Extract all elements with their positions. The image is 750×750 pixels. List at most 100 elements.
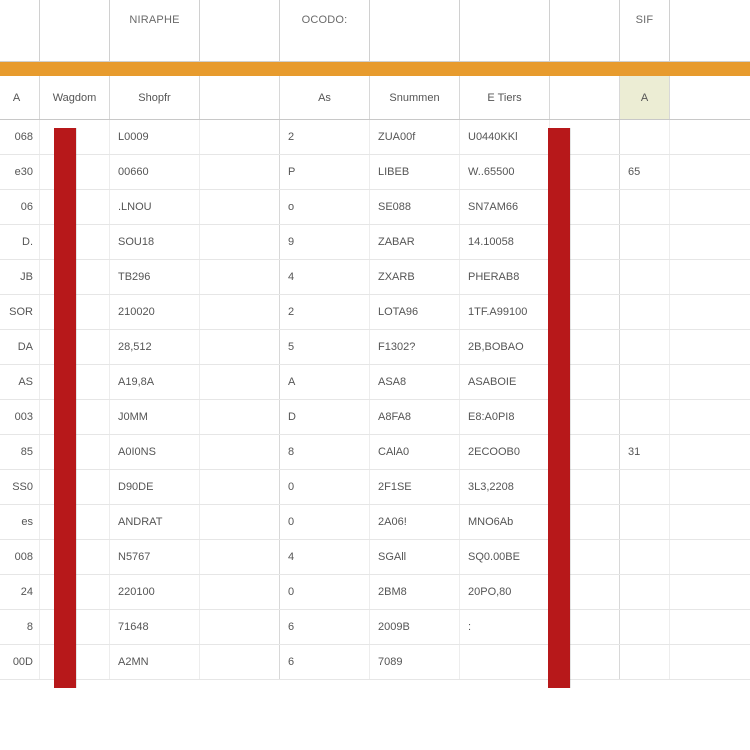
cell-c2[interactable]: A0I0NS: [110, 435, 200, 469]
cell-c4[interactable]: 6: [280, 645, 370, 679]
cell-c3[interactable]: [200, 505, 280, 539]
cell-c4[interactable]: o: [280, 190, 370, 224]
cell-c6[interactable]: U0440KKl: [460, 120, 550, 154]
col-header-shopfr[interactable]: Shopfr: [110, 76, 200, 119]
cell-c3[interactable]: [200, 575, 280, 609]
cell-c0[interactable]: 068: [0, 120, 40, 154]
cell-c6[interactable]: 20PO,80: [460, 575, 550, 609]
cell-c5[interactable]: SE088: [370, 190, 460, 224]
cell-c5[interactable]: A8FA8: [370, 400, 460, 434]
cell-c6[interactable]: 14.10058: [460, 225, 550, 259]
cell-c0[interactable]: 008: [0, 540, 40, 574]
cell-c3[interactable]: [200, 540, 280, 574]
cell-c4[interactable]: 4: [280, 260, 370, 294]
table-row[interactable]: 003J0MMDA8FA8E8:A0PI8: [0, 400, 750, 435]
col-header-a[interactable]: A: [0, 76, 40, 119]
cell-c5[interactable]: 2A06!: [370, 505, 460, 539]
cell-c8[interactable]: [620, 400, 670, 434]
cell-c2[interactable]: L0009: [110, 120, 200, 154]
cell-c8[interactable]: [620, 575, 670, 609]
cell-c3[interactable]: [200, 190, 280, 224]
cell-c6[interactable]: :: [460, 610, 550, 644]
cell-c6[interactable]: 2ECOOB0: [460, 435, 550, 469]
cell-c5[interactable]: LOTA96: [370, 295, 460, 329]
cell-c5[interactable]: 2F1SE: [370, 470, 460, 504]
cell-c3[interactable]: [200, 155, 280, 189]
cell-c0[interactable]: SS0: [0, 470, 40, 504]
cell-c2[interactable]: 220100: [110, 575, 200, 609]
cell-c5[interactable]: 7089: [370, 645, 460, 679]
cell-c6[interactable]: 2B,BOBAO: [460, 330, 550, 364]
cell-c3[interactable]: [200, 365, 280, 399]
table-row[interactable]: D.SOU189ZABAR14.10058: [0, 225, 750, 260]
cell-c4[interactable]: 4: [280, 540, 370, 574]
cell-c0[interactable]: 06: [0, 190, 40, 224]
col-header-blank2[interactable]: [550, 76, 620, 119]
cell-c2[interactable]: J0MM: [110, 400, 200, 434]
table-row[interactable]: 87164862009B:: [0, 610, 750, 645]
cell-c3[interactable]: [200, 435, 280, 469]
cell-c2[interactable]: D90DE: [110, 470, 200, 504]
cell-c2[interactable]: A19,8A: [110, 365, 200, 399]
cell-c2[interactable]: A2MN: [110, 645, 200, 679]
cell-c3[interactable]: [200, 225, 280, 259]
cell-c2[interactable]: 71648: [110, 610, 200, 644]
cell-c5[interactable]: LIBEB: [370, 155, 460, 189]
cell-c8[interactable]: [620, 120, 670, 154]
cell-c4[interactable]: 2: [280, 295, 370, 329]
cell-c0[interactable]: 24: [0, 575, 40, 609]
cell-c8[interactable]: [620, 540, 670, 574]
cell-c4[interactable]: 8: [280, 435, 370, 469]
cell-c2[interactable]: N5767: [110, 540, 200, 574]
cell-c3[interactable]: [200, 400, 280, 434]
cell-c6[interactable]: 3L3,2208: [460, 470, 550, 504]
table-row[interactable]: DA28,5125F1302?2B,BOBAO: [0, 330, 750, 365]
cell-c2[interactable]: 210020: [110, 295, 200, 329]
cell-c8[interactable]: [620, 225, 670, 259]
cell-c6[interactable]: MNO6Ab: [460, 505, 550, 539]
cell-c2[interactable]: 00660: [110, 155, 200, 189]
cell-c3[interactable]: [200, 120, 280, 154]
table-row[interactable]: SS0 D90DE 02F1SE3L3,2208: [0, 470, 750, 505]
cell-c8[interactable]: [620, 610, 670, 644]
cell-c6[interactable]: ASABOIE: [460, 365, 550, 399]
table-row[interactable]: esANDRAT02A06!MNO6Ab: [0, 505, 750, 540]
cell-c6[interactable]: W..65500: [460, 155, 550, 189]
cell-c8[interactable]: [620, 505, 670, 539]
cell-c8[interactable]: 31: [620, 435, 670, 469]
cell-c5[interactable]: 2009B: [370, 610, 460, 644]
cell-c3[interactable]: [200, 645, 280, 679]
cell-c4[interactable]: 6: [280, 610, 370, 644]
cell-c8[interactable]: [620, 260, 670, 294]
cell-c5[interactable]: ZUA00f: [370, 120, 460, 154]
table-row[interactable]: 00DA2MN67089: [0, 645, 750, 680]
col-header-wagdom[interactable]: Wagdom: [40, 76, 110, 119]
table-row[interactable]: ASA19,8AAASA8ASABOIE: [0, 365, 750, 400]
col-header-snummen[interactable]: Snummen: [370, 76, 460, 119]
cell-c8[interactable]: [620, 295, 670, 329]
cell-c8[interactable]: [620, 190, 670, 224]
cell-c8[interactable]: 65: [620, 155, 670, 189]
col-header-as[interactable]: As: [280, 76, 370, 119]
cell-c4[interactable]: 2: [280, 120, 370, 154]
cell-c0[interactable]: e30: [0, 155, 40, 189]
cell-c4[interactable]: 0: [280, 575, 370, 609]
cell-c6[interactable]: SQ0.00BE: [460, 540, 550, 574]
cell-c0[interactable]: 85: [0, 435, 40, 469]
table-row[interactable]: 068 L0009 2ZUA00fU0440KKl: [0, 120, 750, 155]
cell-c3[interactable]: [200, 260, 280, 294]
cell-c8[interactable]: [620, 365, 670, 399]
col-header-blank1[interactable]: [200, 76, 280, 119]
cell-c5[interactable]: ZXARB: [370, 260, 460, 294]
cell-c2[interactable]: 28,512: [110, 330, 200, 364]
col-header-tiers[interactable]: E Tiers: [460, 76, 550, 119]
cell-c2[interactable]: SOU18: [110, 225, 200, 259]
cell-c4[interactable]: 0: [280, 470, 370, 504]
cell-c5[interactable]: ZABAR: [370, 225, 460, 259]
spreadsheet-view[interactable]: NIRAPHE OCODO: SIF A Wagdom Shopfr As Sn…: [0, 0, 750, 750]
table-row[interactable]: 008 N5767 4SGAllSQ0.00BE: [0, 540, 750, 575]
cell-c0[interactable]: SOR: [0, 295, 40, 329]
table-row[interactable]: 2422010002BM820PO,80: [0, 575, 750, 610]
cell-c4[interactable]: 9: [280, 225, 370, 259]
cell-c5[interactable]: SGAll: [370, 540, 460, 574]
